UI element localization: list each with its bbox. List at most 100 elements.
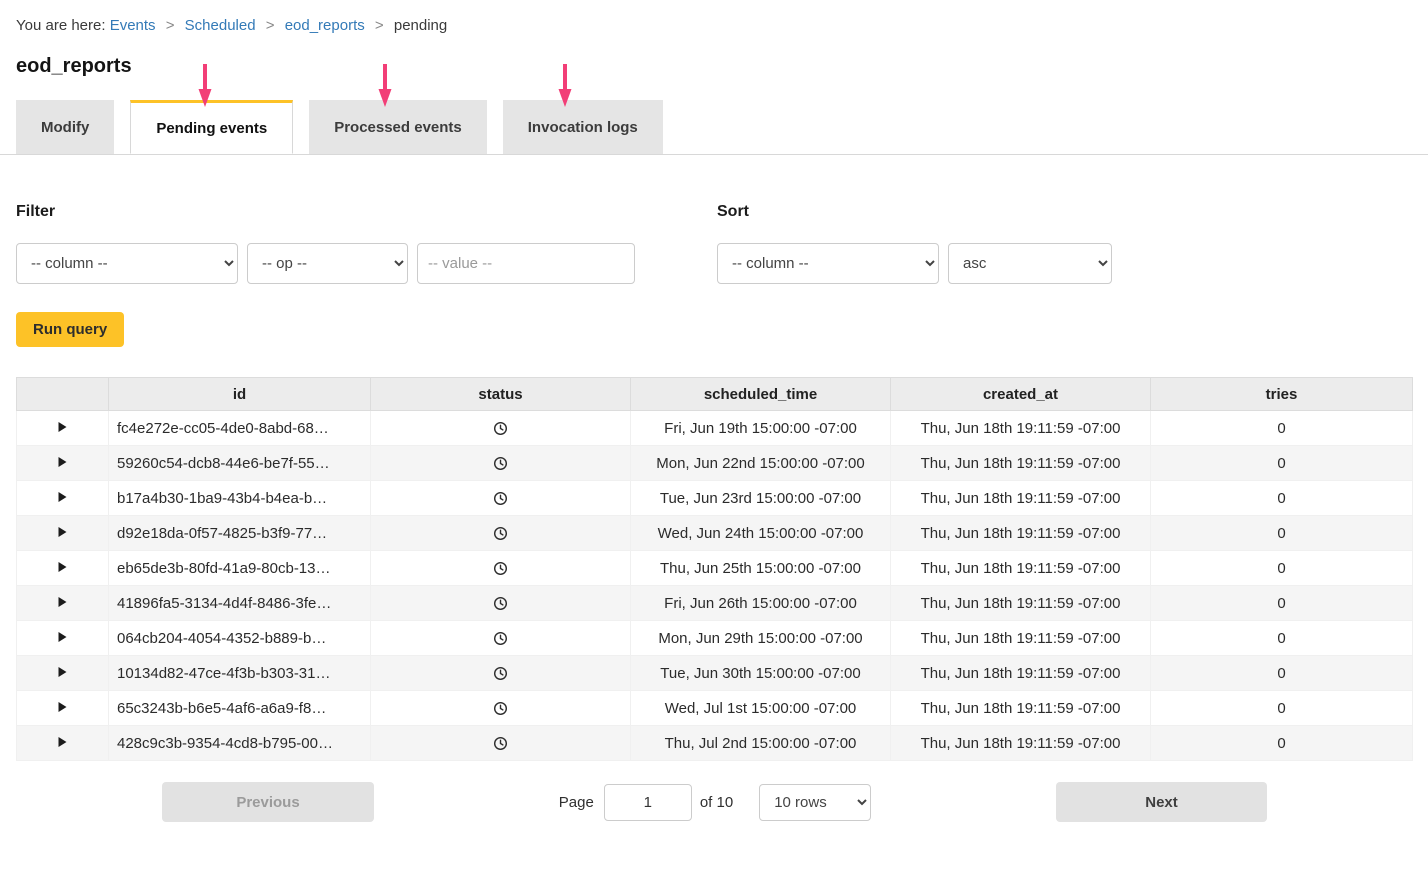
- breadcrumb-link-events[interactable]: Events: [110, 17, 156, 34]
- expand-cell: [17, 586, 109, 621]
- pagination-bar: Previous Page of 10 10 rows Next: [0, 782, 1428, 844]
- expand-row-button[interactable]: [57, 631, 68, 643]
- tries-cell: 0: [1151, 446, 1413, 481]
- id-cell: 428c9c3b-9354-4cd8-b795-00…: [109, 726, 371, 761]
- expand-triangle-icon: [57, 491, 68, 503]
- breadcrumb-separator: >: [166, 17, 175, 34]
- column-header-tries: tries: [1151, 378, 1413, 411]
- expand-triangle-icon: [57, 701, 68, 713]
- breadcrumb-link-eod-reports[interactable]: eod_reports: [285, 17, 365, 34]
- tries-cell: 0: [1151, 726, 1413, 761]
- clock-icon: [493, 666, 508, 681]
- sort-group: Sort -- column -- asc: [717, 203, 1112, 284]
- breadcrumb: You are here: Events > Scheduled > eod_r…: [0, 0, 1428, 34]
- column-header-scheduled-time: scheduled_time: [631, 378, 891, 411]
- clock-icon: [493, 596, 508, 611]
- table-row: d92e18da-0f57-4825-b3f9-77… Wed, Jun 24t…: [17, 516, 1413, 551]
- expand-row-button[interactable]: [57, 666, 68, 678]
- tab-modify[interactable]: Modify: [16, 100, 114, 154]
- created-at-cell: Thu, Jun 18th 19:11:59 -07:00: [891, 481, 1151, 516]
- clock-icon: [493, 421, 508, 436]
- run-query-button[interactable]: Run query: [16, 312, 124, 347]
- table-row: b17a4b30-1ba9-43b4-b4ea-b… Tue, Jun 23rd…: [17, 481, 1413, 516]
- tries-cell: 0: [1151, 656, 1413, 691]
- table-row: 59260c54-dcb8-44e6-be7f-55… Mon, Jun 22n…: [17, 446, 1413, 481]
- next-page-button[interactable]: Next: [1056, 782, 1267, 822]
- scheduled-time-cell: Mon, Jun 22nd 15:00:00 -07:00: [631, 446, 891, 481]
- status-cell: [371, 726, 631, 761]
- id-cell: fc4e272e-cc05-4de0-8abd-68…: [109, 411, 371, 446]
- expand-cell: [17, 481, 109, 516]
- table-row: eb65de3b-80fd-41a9-80cb-13… Thu, Jun 25t…: [17, 551, 1413, 586]
- rows-per-page-select[interactable]: 10 rows: [759, 784, 871, 821]
- page-label: Page: [559, 794, 594, 811]
- created-at-cell: Thu, Jun 18th 19:11:59 -07:00: [891, 516, 1151, 551]
- id-cell: 41896fa5-3134-4d4f-8486-3fe…: [109, 586, 371, 621]
- status-cell: [371, 656, 631, 691]
- filter-op-select[interactable]: -- op --: [247, 243, 408, 284]
- page-title: eod_reports: [0, 55, 1428, 78]
- filter-value-input[interactable]: [417, 243, 635, 284]
- expand-triangle-icon: [57, 736, 68, 748]
- expand-cell: [17, 726, 109, 761]
- column-header-id: id: [109, 378, 371, 411]
- scheduled-time-cell: Wed, Jun 24th 15:00:00 -07:00: [631, 516, 891, 551]
- status-cell: [371, 551, 631, 586]
- sort-order-select[interactable]: asc: [948, 243, 1112, 284]
- tries-cell: 0: [1151, 551, 1413, 586]
- status-cell: [371, 586, 631, 621]
- tab-pending-events[interactable]: Pending events: [130, 100, 293, 154]
- expand-cell: [17, 621, 109, 656]
- expand-row-button[interactable]: [57, 456, 68, 468]
- column-header-status: status: [371, 378, 631, 411]
- scheduled-time-cell: Fri, Jun 19th 15:00:00 -07:00: [631, 411, 891, 446]
- breadcrumb-link-scheduled[interactable]: Scheduled: [185, 17, 256, 34]
- scheduled-time-cell: Tue, Jun 30th 15:00:00 -07:00: [631, 656, 891, 691]
- page-total-label: of 10: [700, 794, 733, 811]
- status-cell: [371, 481, 631, 516]
- filter-column-select[interactable]: -- column --: [16, 243, 238, 284]
- expand-row-button[interactable]: [57, 736, 68, 748]
- tab-processed-events[interactable]: Processed events: [309, 100, 487, 154]
- id-cell: eb65de3b-80fd-41a9-80cb-13…: [109, 551, 371, 586]
- scheduled-time-cell: Mon, Jun 29th 15:00:00 -07:00: [631, 621, 891, 656]
- expand-row-button[interactable]: [57, 596, 68, 608]
- annotation-arrow-processed-icon: [377, 62, 393, 108]
- expand-row-button[interactable]: [57, 561, 68, 573]
- tab-invocation-logs[interactable]: Invocation logs: [503, 100, 663, 154]
- sort-label: Sort: [717, 203, 1112, 221]
- table-row: fc4e272e-cc05-4de0-8abd-68… Fri, Jun 19t…: [17, 411, 1413, 446]
- expand-triangle-icon: [57, 526, 68, 538]
- column-header-created-at: created_at: [891, 378, 1151, 411]
- page-controls: Page of 10 10 rows: [374, 784, 1056, 821]
- expand-cell: [17, 516, 109, 551]
- clock-icon: [493, 561, 508, 576]
- expand-row-button[interactable]: [57, 491, 68, 503]
- previous-page-button[interactable]: Previous: [162, 782, 374, 822]
- created-at-cell: Thu, Jun 18th 19:11:59 -07:00: [891, 551, 1151, 586]
- table-row: 428c9c3b-9354-4cd8-b795-00… Thu, Jul 2nd…: [17, 726, 1413, 761]
- page: You are here: Events > Scheduled > eod_r…: [0, 0, 1428, 877]
- clock-icon: [493, 491, 508, 506]
- table-header-row: id status scheduled_time created_at trie…: [17, 378, 1413, 411]
- filter-sort-section: Filter -- column -- -- op -- Sort -- col…: [0, 203, 1428, 284]
- expand-row-button[interactable]: [57, 421, 68, 433]
- scheduled-time-cell: Tue, Jun 23rd 15:00:00 -07:00: [631, 481, 891, 516]
- expand-row-button[interactable]: [57, 701, 68, 713]
- id-cell: b17a4b30-1ba9-43b4-b4ea-b…: [109, 481, 371, 516]
- id-cell: 59260c54-dcb8-44e6-be7f-55…: [109, 446, 371, 481]
- status-cell: [371, 411, 631, 446]
- expand-row-button[interactable]: [57, 526, 68, 538]
- expand-cell: [17, 411, 109, 446]
- page-number-input[interactable]: [604, 784, 692, 821]
- clock-icon: [493, 526, 508, 541]
- status-cell: [371, 516, 631, 551]
- status-cell: [371, 446, 631, 481]
- created-at-cell: Thu, Jun 18th 19:11:59 -07:00: [891, 726, 1151, 761]
- clock-icon: [493, 736, 508, 751]
- tries-cell: 0: [1151, 586, 1413, 621]
- annotation-arrow-pending-icon: [197, 62, 213, 108]
- tries-cell: 0: [1151, 481, 1413, 516]
- sort-column-select[interactable]: -- column --: [717, 243, 939, 284]
- expand-triangle-icon: [57, 631, 68, 643]
